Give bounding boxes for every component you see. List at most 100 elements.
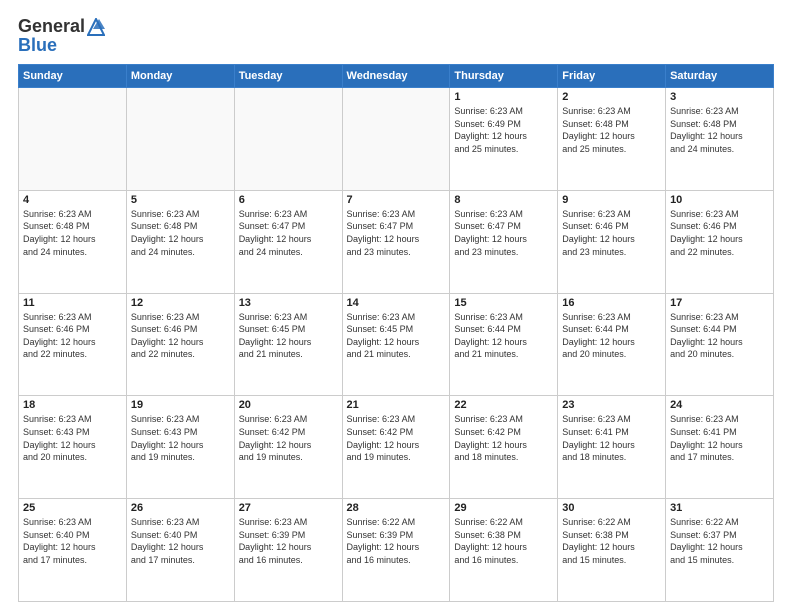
day-number: 12 xyxy=(131,297,230,309)
calendar-cell: 28 Sunrise: 6:22 AM Sunset: 6:39 PM Dayli… xyxy=(342,499,450,602)
day-number: 20 xyxy=(239,399,338,411)
day-number: 11 xyxy=(23,297,122,309)
day-number: 19 xyxy=(131,399,230,411)
day-info: Sunrise: 6:23 AM Sunset: 6:42 PM Dayligh… xyxy=(347,413,446,463)
calendar-cell: 3 Sunrise: 6:23 AM Sunset: 6:48 PM Daylig… xyxy=(666,88,774,191)
calendar-cell: 29 Sunrise: 6:22 AM Sunset: 6:38 PM Dayli… xyxy=(450,499,558,602)
day-info: Sunrise: 6:23 AM Sunset: 6:46 PM Dayligh… xyxy=(562,208,661,258)
day-number: 3 xyxy=(670,91,769,103)
day-header-thursday: Thursday xyxy=(450,65,558,88)
calendar-week-5: 25Sunrise: 6:23 AM Sunset: 6:40 PM Dayli… xyxy=(19,499,774,602)
day-info: Sunrise: 6:23 AM Sunset: 6:41 PM Dayligh… xyxy=(670,413,769,463)
day-info: Sunrise: 6:23 AM Sunset: 6:48 PM Dayligh… xyxy=(670,105,769,155)
calendar-cell: 18 Sunrise: 6:23 AM Sunset: 6:43 PM Dayli… xyxy=(19,396,127,499)
day-number: 13 xyxy=(239,297,338,309)
day-number: 18 xyxy=(23,399,122,411)
day-info: Sunrise: 6:23 AM Sunset: 6:44 PM Dayligh… xyxy=(454,311,553,361)
calendar-cell: 21Sunrise: 6:23 AM Sunset: 6:42 PM Dayli… xyxy=(342,396,450,499)
calendar-cell: 15 Sunrise: 6:23 AM Sunset: 6:44 PM Dayli… xyxy=(450,293,558,396)
calendar-cell: 11 Sunrise: 6:23 AM Sunset: 6:46 PM Dayli… xyxy=(19,293,127,396)
day-number: 9 xyxy=(562,194,661,206)
day-info: Sunrise: 6:23 AM Sunset: 6:44 PM Dayligh… xyxy=(562,311,661,361)
calendar-cell: 6 Sunrise: 6:23 AM Sunset: 6:47 PM Daylig… xyxy=(234,190,342,293)
calendar-header-row: SundayMondayTuesdayWednesdayThursdayFrid… xyxy=(19,65,774,88)
day-info: Sunrise: 6:23 AM Sunset: 6:47 PM Dayligh… xyxy=(347,208,446,258)
day-number: 31 xyxy=(670,502,769,514)
calendar-cell: 1 Sunrise: 6:23 AM Sunset: 6:49 PM Daylig… xyxy=(450,88,558,191)
day-number: 30 xyxy=(562,502,661,514)
calendar-cell: 17 Sunrise: 6:23 AM Sunset: 6:44 PM Dayli… xyxy=(666,293,774,396)
day-info: Sunrise: 6:23 AM Sunset: 6:43 PM Dayligh… xyxy=(23,413,122,463)
day-number: 5 xyxy=(131,194,230,206)
day-info: Sunrise: 6:22 AM Sunset: 6:39 PM Dayligh… xyxy=(347,516,446,566)
calendar-table: SundayMondayTuesdayWednesdayThursdayFrid… xyxy=(18,64,774,602)
day-info: Sunrise: 6:23 AM Sunset: 6:45 PM Dayligh… xyxy=(347,311,446,361)
calendar-cell: 23Sunrise: 6:23 AM Sunset: 6:41 PM Dayli… xyxy=(558,396,666,499)
calendar-cell: 20 Sunrise: 6:23 AM Sunset: 6:42 PM Dayli… xyxy=(234,396,342,499)
calendar-cell: 27 Sunrise: 6:23 AM Sunset: 6:39 PM Dayli… xyxy=(234,499,342,602)
day-info: Sunrise: 6:23 AM Sunset: 6:49 PM Dayligh… xyxy=(454,105,553,155)
calendar-cell: 14 Sunrise: 6:23 AM Sunset: 6:45 PM Dayli… xyxy=(342,293,450,396)
day-header-wednesday: Wednesday xyxy=(342,65,450,88)
calendar-cell: 10 Sunrise: 6:23 AM Sunset: 6:46 PM Dayli… xyxy=(666,190,774,293)
day-info: Sunrise: 6:22 AM Sunset: 6:37 PM Dayligh… xyxy=(670,516,769,566)
day-number: 26 xyxy=(131,502,230,514)
calendar-cell: 5 Sunrise: 6:23 AM Sunset: 6:48 PM Daylig… xyxy=(126,190,234,293)
day-number: 16 xyxy=(562,297,661,309)
calendar-cell: 9 Sunrise: 6:23 AM Sunset: 6:46 PM Daylig… xyxy=(558,190,666,293)
day-info: Sunrise: 6:22 AM Sunset: 6:38 PM Dayligh… xyxy=(562,516,661,566)
calendar-week-1: 1 Sunrise: 6:23 AM Sunset: 6:49 PM Daylig… xyxy=(19,88,774,191)
calendar-cell xyxy=(342,88,450,191)
calendar-cell: 30 Sunrise: 6:22 AM Sunset: 6:38 PM Dayli… xyxy=(558,499,666,602)
day-number: 17 xyxy=(670,297,769,309)
calendar-cell: 25Sunrise: 6:23 AM Sunset: 6:40 PM Dayli… xyxy=(19,499,127,602)
day-number: 6 xyxy=(239,194,338,206)
logo-general-text: General xyxy=(18,16,85,37)
day-number: 7 xyxy=(347,194,446,206)
day-number: 28 xyxy=(347,502,446,514)
day-info: Sunrise: 6:23 AM Sunset: 6:48 PM Dayligh… xyxy=(23,208,122,258)
calendar-cell: 12 Sunrise: 6:23 AM Sunset: 6:46 PM Dayli… xyxy=(126,293,234,396)
day-info: Sunrise: 6:23 AM Sunset: 6:46 PM Dayligh… xyxy=(670,208,769,258)
calendar-cell: 13Sunrise: 6:23 AM Sunset: 6:45 PM Dayli… xyxy=(234,293,342,396)
calendar-cell xyxy=(126,88,234,191)
day-number: 1 xyxy=(454,91,553,103)
day-header-saturday: Saturday xyxy=(666,65,774,88)
day-number: 15 xyxy=(454,297,553,309)
calendar-cell: 31 Sunrise: 6:22 AM Sunset: 6:37 PM Dayli… xyxy=(666,499,774,602)
day-info: Sunrise: 6:23 AM Sunset: 6:48 PM Dayligh… xyxy=(562,105,661,155)
day-number: 22 xyxy=(454,399,553,411)
calendar-cell: 2 Sunrise: 6:23 AM Sunset: 6:48 PM Daylig… xyxy=(558,88,666,191)
day-info: Sunrise: 6:23 AM Sunset: 6:40 PM Dayligh… xyxy=(131,516,230,566)
calendar-cell: 7 Sunrise: 6:23 AM Sunset: 6:47 PM Daylig… xyxy=(342,190,450,293)
day-info: Sunrise: 6:22 AM Sunset: 6:38 PM Dayligh… xyxy=(454,516,553,566)
day-info: Sunrise: 6:23 AM Sunset: 6:39 PM Dayligh… xyxy=(239,516,338,566)
day-info: Sunrise: 6:23 AM Sunset: 6:44 PM Dayligh… xyxy=(670,311,769,361)
calendar-cell: 8 Sunrise: 6:23 AM Sunset: 6:47 PM Daylig… xyxy=(450,190,558,293)
calendar-cell xyxy=(19,88,127,191)
day-header-friday: Friday xyxy=(558,65,666,88)
day-info: Sunrise: 6:23 AM Sunset: 6:48 PM Dayligh… xyxy=(131,208,230,258)
day-number: 27 xyxy=(239,502,338,514)
calendar-cell: 4 Sunrise: 6:23 AM Sunset: 6:48 PM Daylig… xyxy=(19,190,127,293)
calendar-week-4: 18 Sunrise: 6:23 AM Sunset: 6:43 PM Dayli… xyxy=(19,396,774,499)
day-number: 24 xyxy=(670,399,769,411)
header: General Blue xyxy=(18,16,774,56)
day-info: Sunrise: 6:23 AM Sunset: 6:47 PM Dayligh… xyxy=(239,208,338,258)
day-number: 2 xyxy=(562,91,661,103)
day-info: Sunrise: 6:23 AM Sunset: 6:41 PM Dayligh… xyxy=(562,413,661,463)
day-number: 29 xyxy=(454,502,553,514)
day-number: 8 xyxy=(454,194,553,206)
day-info: Sunrise: 6:23 AM Sunset: 6:46 PM Dayligh… xyxy=(23,311,122,361)
day-info: Sunrise: 6:23 AM Sunset: 6:42 PM Dayligh… xyxy=(454,413,553,463)
day-info: Sunrise: 6:23 AM Sunset: 6:47 PM Dayligh… xyxy=(454,208,553,258)
calendar-week-3: 11 Sunrise: 6:23 AM Sunset: 6:46 PM Dayli… xyxy=(19,293,774,396)
day-info: Sunrise: 6:23 AM Sunset: 6:42 PM Dayligh… xyxy=(239,413,338,463)
calendar-cell xyxy=(234,88,342,191)
day-number: 10 xyxy=(670,194,769,206)
logo-area: General Blue xyxy=(18,16,105,56)
day-info: Sunrise: 6:23 AM Sunset: 6:43 PM Dayligh… xyxy=(131,413,230,463)
day-number: 14 xyxy=(347,297,446,309)
day-info: Sunrise: 6:23 AM Sunset: 6:46 PM Dayligh… xyxy=(131,311,230,361)
day-number: 4 xyxy=(23,194,122,206)
